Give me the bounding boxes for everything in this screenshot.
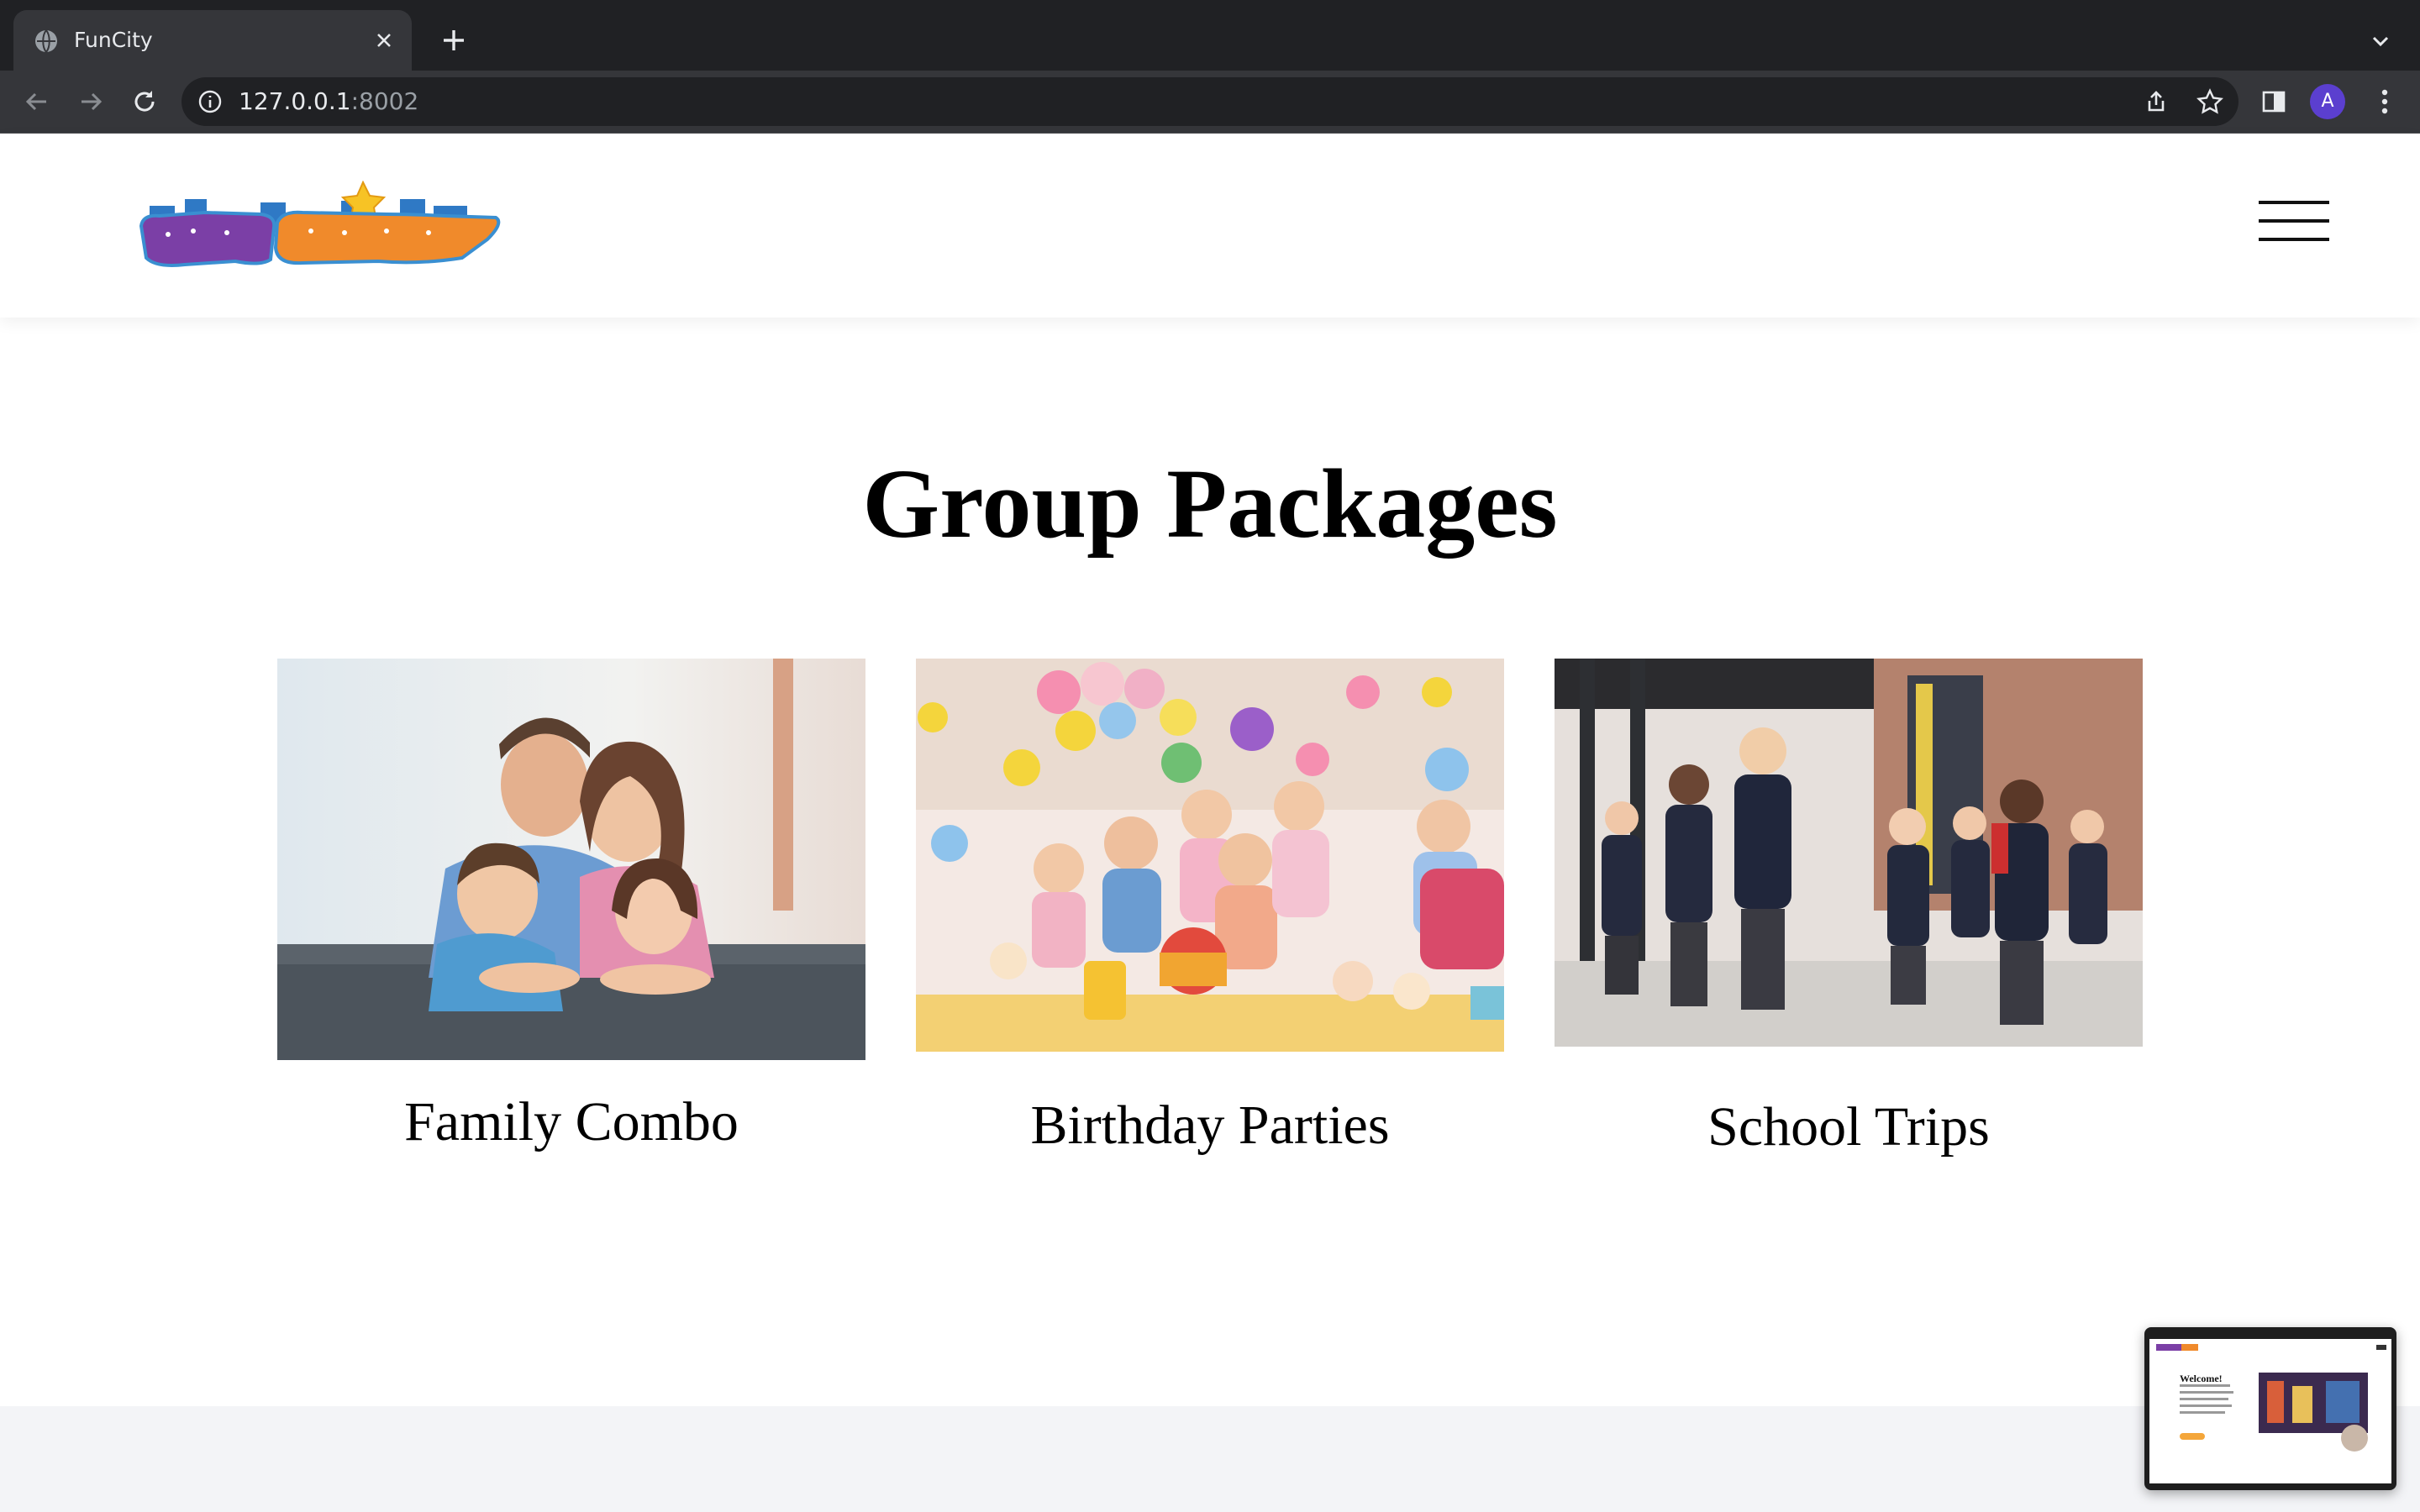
page-preview-thumbnail[interactable]: Welcome! bbox=[2144, 1327, 2396, 1490]
school-trip-photo bbox=[1555, 659, 2143, 1047]
browser-tab-strip: FunCity bbox=[0, 0, 2420, 71]
back-icon[interactable] bbox=[20, 85, 54, 118]
footer-band bbox=[0, 1406, 2420, 1512]
reload-icon[interactable] bbox=[128, 85, 161, 118]
funcity-logo[interactable] bbox=[134, 181, 508, 270]
package-label: School Trips bbox=[1707, 1096, 1990, 1158]
site-info-icon[interactable] bbox=[197, 88, 224, 115]
globe-icon bbox=[35, 29, 57, 53]
profile-avatar[interactable]: A bbox=[2310, 84, 2345, 119]
preview-page: Welcome! bbox=[2149, 1339, 2391, 1483]
share-icon[interactable] bbox=[2139, 85, 2173, 118]
hamburger-menu-icon[interactable] bbox=[2259, 201, 2329, 243]
chevron-down-icon[interactable] bbox=[2368, 29, 2393, 54]
browser-toolbar: 127.0.0.1:8002 bbox=[0, 71, 2420, 134]
side-panel-icon[interactable] bbox=[2257, 85, 2291, 118]
package-label: Family Combo bbox=[404, 1091, 739, 1152]
package-label: Birthday Parties bbox=[1030, 1095, 1390, 1156]
tab-title: FunCity bbox=[74, 28, 153, 52]
package-card-birthday-parties[interactable]: Birthday Parties bbox=[916, 659, 1504, 1196]
page-title: Group Packages bbox=[862, 449, 1558, 559]
url-text: 127.0.0.1:8002 bbox=[239, 77, 418, 126]
browser-tab[interactable]: FunCity bbox=[13, 10, 412, 71]
package-card-family-combo[interactable]: Family Combo bbox=[277, 659, 865, 1196]
forward-icon[interactable] bbox=[74, 85, 108, 118]
family-photo bbox=[277, 659, 865, 1060]
url-host: 127.0.0.1 bbox=[239, 87, 351, 115]
package-card-school-trips[interactable]: School Trips bbox=[1555, 659, 2143, 1196]
preview-content bbox=[2149, 1339, 2391, 1452]
preview-title: Welcome! bbox=[2180, 1373, 2223, 1384]
bookmark-star-icon[interactable] bbox=[2193, 85, 2227, 118]
more-options-icon[interactable] bbox=[2368, 85, 2402, 118]
url-port: :8002 bbox=[350, 87, 419, 115]
close-tab-icon[interactable] bbox=[371, 28, 397, 53]
address-bar[interactable]: 127.0.0.1:8002 bbox=[182, 77, 2238, 126]
birthday-photo bbox=[916, 659, 1504, 1052]
site-header bbox=[0, 134, 2420, 318]
new-tab-icon[interactable] bbox=[439, 25, 469, 55]
